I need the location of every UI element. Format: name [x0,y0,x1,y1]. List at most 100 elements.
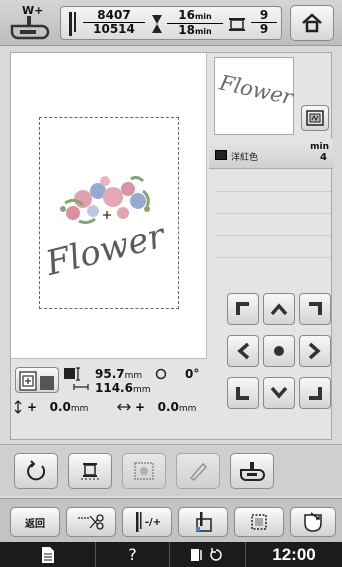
empty-row-line [217,257,331,258]
clock: 12:00 [272,544,316,564]
presser-foot-icon [240,462,265,481]
status-bar: ? 12:00 [0,542,342,567]
embroidery-canvas[interactable]: Flower [11,53,207,359]
thumbnail-text: Flower [217,70,296,110]
move-arrow-pad [225,291,333,411]
time-current: 16 [178,8,195,22]
design-info-panel: 95.7mm 0° 114.6mm + 0.0mm + 0.0mm [11,363,223,423]
color-total: 9 [251,22,277,36]
empty-row-line [217,235,331,236]
flower-design-preview[interactable]: Flower [43,169,173,279]
edit-toolbar [0,444,342,496]
thread-color-button[interactable] [68,453,112,489]
stitch-current: 8407 [97,8,131,22]
thread-minutes: 4 [320,152,327,163]
trial-button[interactable] [234,507,284,537]
chevron-right-icon [308,342,321,360]
minutes-label: min [310,142,329,152]
trial-frame-icon [251,514,267,530]
action-toolbar: 返回 -/+ [0,498,342,542]
needle-icon [69,12,76,36]
vertical-offset: + 0.0mm [27,400,89,414]
color-count: 9 9 [251,9,277,36]
hourglass-icon [152,15,162,33]
design-height: 95.7mm [95,367,143,381]
flower-cluster [60,175,150,225]
pattern-layers-icon [19,371,54,391]
move-left-button[interactable] [227,335,259,367]
corner-down-left-icon [236,387,249,400]
color-current: 9 [259,8,269,22]
image-button[interactable] [122,453,166,489]
stitch-count: 8407 10514 [83,9,145,36]
design-thumbnail: Flower [214,57,296,135]
top-bar: W+ 8407 10514 16min 18min 9 9 [0,0,342,46]
move-right-button[interactable] [299,335,331,367]
move-up-button[interactable] [263,293,295,325]
chevron-up-icon [270,303,288,316]
preview-icon [306,110,324,126]
flower-text-embroidery: Flower [43,216,170,279]
corner-down-right-icon [309,387,322,400]
back-button[interactable]: 返回 [10,507,60,537]
chevron-left-icon [237,342,250,360]
scissors-icon [78,514,104,530]
center-button[interactable] [263,335,295,367]
move-down-button[interactable] [263,377,295,409]
thread-spool-icon [229,18,245,31]
rotation-angle: 0° [185,367,200,381]
design-width: 114.6mm [95,381,151,395]
time-total: 18 [178,23,195,37]
memory-pocket-button[interactable] [290,507,336,537]
rotate-button[interactable] [14,453,58,489]
time-unit-total: min [194,27,212,36]
presser-foot-indicator[interactable]: W+ [6,4,52,42]
thread-color-list[interactable]: 洋紅色 min 4 [209,139,333,277]
document-button[interactable] [0,542,96,567]
sewing-time: 16min 18min [167,9,223,38]
move-up-right-button[interactable] [299,293,331,325]
spool-icon [81,463,99,480]
needle-icon [135,512,142,532]
needle-position-button[interactable]: -/+ [122,507,172,537]
help-button[interactable]: ? [96,542,170,567]
needle-plus-minus-label: -/+ [144,516,162,528]
thread-color-name: 洋紅色 [231,153,259,163]
presser-foot-label: W+ [22,4,44,17]
pencil-icon [189,462,208,481]
presser-foot-button[interactable] [230,453,274,489]
preview-button[interactable] [301,105,329,131]
stitch-total: 10514 [83,22,145,36]
rotate-indicator-icon [155,368,167,380]
corner-up-left-icon [236,302,249,315]
rotate-icon [27,460,46,481]
time-unit: min [194,12,212,21]
vertical-offset-icon [14,400,22,414]
corner-up-right-icon [309,302,322,315]
pocket-memory-icon [304,512,322,532]
document-icon [41,546,54,563]
center-dot-icon [274,346,284,356]
thread-cut-button[interactable] [66,507,116,537]
color-list-item[interactable]: 洋紅色 min 4 [209,139,333,169]
horizontal-offset-icon [117,403,131,411]
move-down-right-button[interactable] [299,377,331,409]
start-point-button[interactable] [178,507,228,537]
thread-swatch [215,150,227,160]
sewing-progress-box: 8407 10514 16min 18min 9 9 [60,6,282,40]
start-point-icon [196,512,212,532]
home-button[interactable] [290,5,334,41]
empty-row-line [217,213,331,214]
empty-row-line [217,191,331,192]
home-icon [302,13,322,33]
move-up-left-button[interactable] [227,293,259,325]
machine-settings-button[interactable] [170,542,246,567]
embroidery-edit-area: Flower Flower 洋紅色 min 4 95.7mm 0° 114.6m… [10,52,333,440]
horizontal-offset: + 0.0mm [135,400,197,414]
edit-pen-button[interactable] [176,453,220,489]
image-frame-icon [134,462,154,480]
move-down-left-button[interactable] [227,377,259,409]
width-arrow-icon [73,384,89,390]
size-icon [64,367,80,381]
pattern-select-button[interactable] [15,367,59,393]
